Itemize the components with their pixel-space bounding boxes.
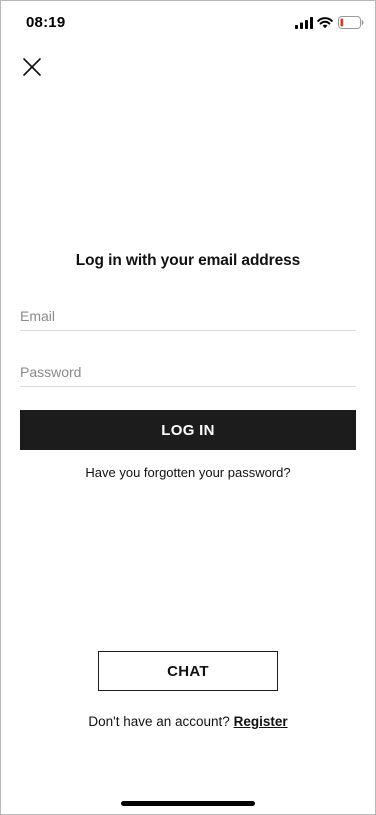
home-indicator[interactable]	[121, 801, 255, 806]
wifi-icon	[317, 17, 333, 29]
login-screen: 08:19 Log in with your email address LOG…	[0, 0, 376, 815]
no-account-text: Don't have an account?	[88, 714, 234, 729]
login-button[interactable]: LOG IN	[20, 410, 356, 450]
close-icon[interactable]	[21, 56, 43, 78]
status-bar: 08:19	[1, 1, 375, 45]
forgot-password-link[interactable]: Have you forgotten your password?	[1, 465, 375, 480]
status-time: 08:19	[26, 14, 66, 31]
cellular-signal-icon	[295, 17, 313, 29]
register-link[interactable]: Register	[234, 714, 288, 729]
register-row: Don't have an account? Register	[1, 714, 375, 729]
email-input[interactable]	[20, 302, 356, 331]
password-input[interactable]	[20, 358, 356, 387]
login-heading: Log in with your email address	[75, 252, 301, 269]
chat-button[interactable]: CHAT	[98, 651, 278, 691]
battery-low-icon	[338, 16, 364, 29]
